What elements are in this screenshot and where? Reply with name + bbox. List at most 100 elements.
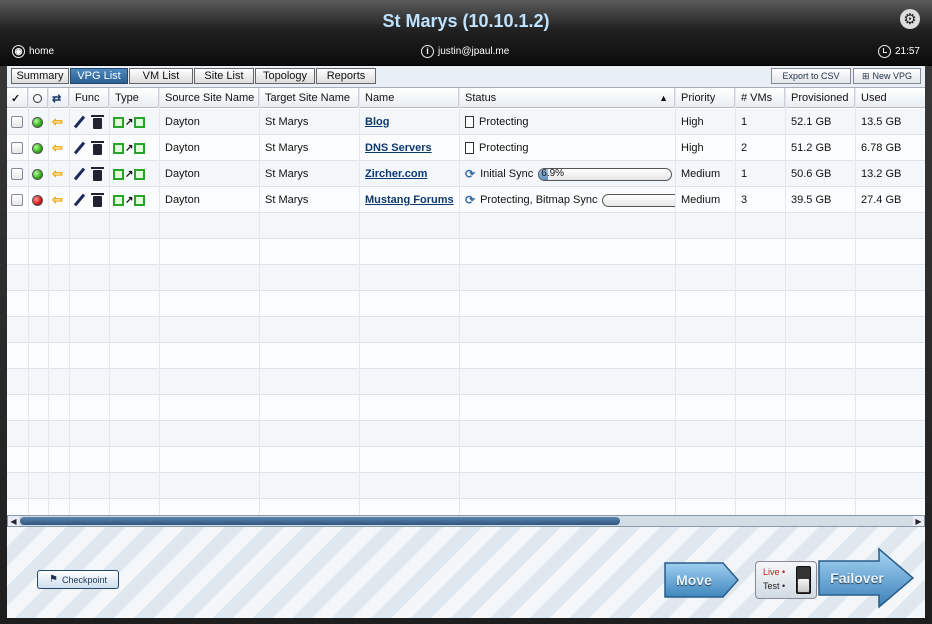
column-type[interactable]: Type <box>109 88 159 108</box>
document-icon <box>465 116 474 128</box>
health-status-icon <box>32 116 43 128</box>
vpg-name-link[interactable]: DNS Servers <box>365 142 432 154</box>
scroll-right-icon[interactable]: ▶ <box>913 516 924 526</box>
column-direction[interactable]: ⇄ <box>48 88 69 108</box>
app-window: St Marys (10.10.1.2) ⚙ ◉ home i justin@j… <box>0 0 932 624</box>
live-option[interactable]: Live • <box>763 567 785 577</box>
column-health[interactable] <box>28 88 48 108</box>
type-cell: ↗ <box>109 135 159 161</box>
column-divider <box>69 88 70 515</box>
user-info[interactable]: i justin@jpaul.me <box>421 45 509 58</box>
edit-pencil-icon[interactable] <box>73 116 85 128</box>
health-status-icon <box>32 142 43 154</box>
live-test-switch[interactable] <box>796 566 811 594</box>
func-cell <box>69 109 109 135</box>
horizontal-scrollbar[interactable]: ◀ ▶ <box>7 515 925 527</box>
status-cell: Protecting <box>459 109 675 135</box>
direction-cell: ⇦ <box>48 135 69 161</box>
direction-arrow-icon: ⇦ <box>52 114 63 129</box>
test-option[interactable]: Test • <box>763 581 785 591</box>
table-row[interactable]: ⇦ ↗ Dayton St Marys DNS Servers Protecti… <box>7 135 925 161</box>
source-site-cell: Dayton <box>165 142 200 154</box>
swap-arrows-icon: ⇄ <box>52 92 62 105</box>
row-checkbox-cell[interactable] <box>7 161 28 187</box>
table-header: ✓ ⇄ Func Type Source Site Name Target Si… <box>7 88 925 108</box>
gear-icon[interactable]: ⚙ <box>900 9 920 29</box>
status-text: Protecting, Bitmap Sync <box>480 194 598 206</box>
tab-vm-list[interactable]: VM List <box>129 68 193 84</box>
new-vpg-button[interactable]: ⊞ New VPG <box>853 68 921 84</box>
empty-row <box>7 395 925 421</box>
delete-trash-icon[interactable] <box>91 192 104 207</box>
delete-trash-icon[interactable] <box>91 140 104 155</box>
switch-knob[interactable] <box>798 579 809 592</box>
column-vms[interactable]: # VMs <box>735 88 785 108</box>
scroll-left-icon[interactable]: ◀ <box>8 516 19 526</box>
row-checkbox-cell[interactable] <box>7 187 28 213</box>
direction-cell: ⇦ <box>48 109 69 135</box>
info-icon: i <box>421 45 434 58</box>
used-cell: 13.5 GB <box>861 116 902 128</box>
direction-arrow-icon: ⇦ <box>52 140 63 155</box>
column-func[interactable]: Func <box>69 88 109 108</box>
status-cell: Protecting <box>459 135 675 161</box>
vpg-name-link[interactable]: Mustang Forums <box>365 194 454 206</box>
column-status[interactable]: Status ▲ <box>459 88 675 108</box>
header-bar: St Marys (10.10.1.2) ⚙ ◉ home i justin@j… <box>0 0 932 66</box>
status-cell: ⟳ Protecting, Bitmap Sync <box>459 187 675 213</box>
move-button[interactable]: Move <box>663 561 740 599</box>
vpg-name-link[interactable]: Zircher.com <box>365 168 427 180</box>
edit-pencil-icon[interactable] <box>73 168 85 180</box>
empty-row <box>7 421 925 447</box>
column-priority[interactable]: Priority <box>675 88 735 108</box>
table-row[interactable]: ⇦ ↗ Dayton St Marys Zircher.com ⟳ Initia… <box>7 161 925 187</box>
scrollbar-thumb[interactable] <box>20 517 620 525</box>
failover-button[interactable]: Failover <box>817 547 915 609</box>
column-source-site[interactable]: Source Site Name <box>159 88 259 108</box>
sort-asc-icon: ▲ <box>659 93 668 103</box>
row-checkbox[interactable] <box>11 116 23 128</box>
row-checkbox[interactable] <box>11 168 23 180</box>
edit-pencil-icon[interactable] <box>73 142 85 154</box>
column-name[interactable]: Name <box>359 88 459 108</box>
priority-cell: Medium <box>681 168 721 180</box>
table-row[interactable]: ⇦ ↗ Dayton St Marys Blog Protecting High… <box>7 109 925 135</box>
vms-cell: 3 <box>741 194 748 206</box>
source-site-cell: Dayton <box>165 194 200 206</box>
live-test-toggle[interactable]: Live • Test • <box>755 561 817 599</box>
checkpoint-button[interactable]: ⚑ Checkpoint <box>37 570 119 589</box>
table-row[interactable]: ⇦ ↗ Dayton St Marys Mustang Forums ⟳ Pro… <box>7 187 925 213</box>
health-cell <box>28 109 48 135</box>
column-provisioned[interactable]: Provisioned <box>785 88 855 108</box>
column-used[interactable]: Used <box>855 88 925 108</box>
column-target-site[interactable]: Target Site Name <box>259 88 359 108</box>
tab-topology[interactable]: Topology <box>255 68 315 84</box>
tab-summary[interactable]: Summary <box>11 68 69 84</box>
tab-bar: Summary VPG List VM List Site List Topol… <box>7 66 925 88</box>
export-csv-button[interactable]: Export to CSV <box>771 68 851 84</box>
home-label: home <box>29 46 55 57</box>
row-checkbox[interactable] <box>11 194 23 206</box>
row-checkbox-cell[interactable] <box>7 109 28 135</box>
direction-cell: ⇦ <box>48 161 69 187</box>
delete-trash-icon[interactable] <box>91 114 104 129</box>
provisioned-cell: 50.6 GB <box>791 168 832 180</box>
row-checkbox[interactable] <box>11 142 23 154</box>
tab-reports[interactable]: Reports <box>316 68 376 84</box>
column-select-all[interactable]: ✓ <box>7 88 28 108</box>
status-text: Protecting <box>479 116 529 128</box>
row-checkbox-cell[interactable] <box>7 135 28 161</box>
tab-site-list[interactable]: Site List <box>194 68 254 84</box>
edit-pencil-icon[interactable] <box>73 194 85 206</box>
source-site-cell: Dayton <box>165 168 200 180</box>
status-cell: ⟳ Initial Sync 6.9% <box>459 161 675 187</box>
delete-trash-icon[interactable] <box>91 166 104 181</box>
column-divider <box>785 88 786 515</box>
home-link[interactable]: ◉ home <box>12 45 54 58</box>
vpg-name-link[interactable]: Blog <box>365 116 389 128</box>
target-site-cell: St Marys <box>265 142 309 154</box>
provisioned-cell: 52.1 GB <box>791 116 832 128</box>
health-cell <box>28 161 48 187</box>
clock: 21:57 <box>877 45 920 58</box>
tab-vpg-list[interactable]: VPG List <box>70 68 128 84</box>
